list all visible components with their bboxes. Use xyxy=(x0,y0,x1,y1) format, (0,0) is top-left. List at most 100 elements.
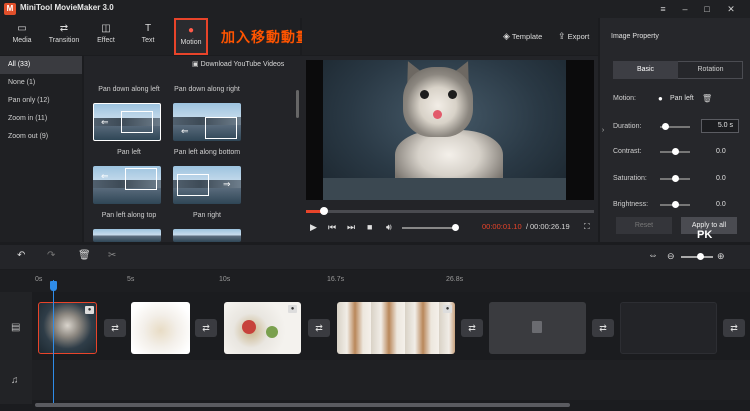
placeholder-media-icon xyxy=(532,321,542,333)
transition-slot[interactable]: ⇄ xyxy=(723,319,745,337)
music-track-icon: ♫ xyxy=(11,375,19,386)
gallery-item-label: Pan left along top xyxy=(101,212,157,219)
zoom-out-icon[interactable]: ⊖ xyxy=(667,251,675,262)
play-icon[interactable]: ▶ xyxy=(310,222,317,233)
timeline-ruler[interactable] xyxy=(0,270,750,292)
tab-basic[interactable]: Basic xyxy=(613,61,678,79)
fit-timeline-icon[interactable]: ⇔ xyxy=(648,250,658,261)
template-label: Template xyxy=(511,32,543,41)
timeline-clip-empty[interactable] xyxy=(489,302,586,354)
category-zoom-out[interactable]: Zoom out (9) xyxy=(0,128,82,146)
timeline-clip-2[interactable] xyxy=(131,302,190,354)
arrow-left-icon: ⇐ xyxy=(101,171,109,181)
reset-button[interactable]: Reset xyxy=(616,217,672,234)
seek-handle[interactable] xyxy=(320,207,328,215)
kitten-tongue xyxy=(433,110,442,119)
transition-slot[interactable]: ⇄ xyxy=(104,319,126,337)
motion-thumb-pan-right[interactable]: ⇒ xyxy=(173,166,241,204)
download-bar: ▣ Download YouTube Videos xyxy=(84,56,302,72)
ruler-tick: 0s xyxy=(35,276,43,283)
duration-handle[interactable] xyxy=(662,123,669,130)
duration-input[interactable]: 5.0 s xyxy=(701,119,739,133)
table-surface xyxy=(323,178,566,200)
effect-icon: ◫ xyxy=(101,23,111,34)
timeline-clip-3[interactable]: ● xyxy=(224,302,301,354)
template-icon: ◈ xyxy=(503,31,510,41)
playhead-handle[interactable] xyxy=(50,281,57,291)
brightness-handle[interactable] xyxy=(672,201,679,208)
arrow-left-icon: ⇐ xyxy=(101,117,109,127)
category-zoom-in[interactable]: Zoom in (11) xyxy=(0,110,82,128)
category-all[interactable]: All (33) xyxy=(0,56,82,74)
saturation-handle[interactable] xyxy=(672,175,679,182)
next-frame-icon[interactable]: ⏭ xyxy=(347,222,355,233)
app-title: MiniTool MovieMaker 3.0 xyxy=(20,3,114,12)
motion-thumb-pan-left[interactable]: ⇐ xyxy=(93,103,161,141)
zoom-in-icon[interactable]: ⊕ xyxy=(717,251,725,262)
export-button[interactable]: ⇪ Export xyxy=(558,31,589,42)
delete-motion-icon[interactable]: 🗑︎ xyxy=(702,94,712,103)
redo-icon[interactable]: ↷ xyxy=(47,250,55,261)
motion-thumb-partial[interactable] xyxy=(173,229,241,242)
contrast-handle[interactable] xyxy=(672,148,679,155)
download-label: Download YouTube Videos xyxy=(200,61,285,68)
motion-badge-icon: ● xyxy=(443,305,452,313)
contrast-label: Contrast: xyxy=(613,148,642,155)
transition-slot[interactable]: ⇄ xyxy=(308,319,330,337)
template-button[interactable]: ◈ Template xyxy=(503,31,542,42)
volume-icon[interactable]: 🔊︎ xyxy=(386,222,392,233)
category-pan-only[interactable]: Pan only (12) xyxy=(0,92,82,110)
motion-tool-button[interactable]: ● Motion xyxy=(174,18,208,55)
motion-thumb-partial[interactable] xyxy=(93,229,161,242)
saturation-value: 0.0 xyxy=(716,175,726,182)
effect-tool-button[interactable]: ◫ Effect xyxy=(84,18,128,55)
menu-icon[interactable]: ≡ xyxy=(656,2,670,16)
timeline-zoom-handle[interactable] xyxy=(697,253,704,260)
motion-label: Motion xyxy=(180,39,202,46)
motion-thumb-pan-left-top[interactable]: ⇐ xyxy=(93,166,161,204)
motion-thumb-pan-left-bottom[interactable]: ⇐ xyxy=(173,103,241,141)
collapse-panel-icon[interactable]: › xyxy=(599,120,607,142)
transition-tool-button[interactable]: ⇄ Transition xyxy=(42,18,86,55)
transition-slot[interactable]: ⇄ xyxy=(195,319,217,337)
motion-property-value: Pan left xyxy=(670,95,694,102)
category-none[interactable]: None (1) xyxy=(0,74,82,92)
gallery-scrollbar[interactable] xyxy=(296,90,299,118)
ruler-tick: 10s xyxy=(219,276,231,283)
ruler-tick: 16.7s xyxy=(327,276,345,283)
volume-slider[interactable] xyxy=(402,227,457,229)
motion-icon: ● xyxy=(187,25,195,36)
timeline-scrollbar[interactable] xyxy=(35,403,570,407)
timeline-clip-kitten[interactable]: ● xyxy=(38,302,97,354)
text-tool-button[interactable]: T Text xyxy=(126,18,170,55)
arrow-right-icon: ⇒ xyxy=(223,179,231,189)
split-icon[interactable]: ✂ xyxy=(108,250,116,261)
seek-bar[interactable] xyxy=(306,210,594,213)
transition-label: Transition xyxy=(48,37,80,44)
duration-label: Duration: xyxy=(613,123,642,130)
contrast-value: 0.0 xyxy=(716,148,726,155)
timeline-clip-4[interactable]: ● xyxy=(337,302,455,354)
audio-track[interactable] xyxy=(32,360,750,400)
undo-icon[interactable]: ↶ xyxy=(17,250,25,261)
minimize-icon[interactable]: – xyxy=(678,2,692,16)
close-icon[interactable]: ✕ xyxy=(724,2,738,16)
motion-property-label: Motion: xyxy=(613,95,636,102)
fullscreen-icon[interactable]: ⛶ xyxy=(584,222,590,232)
preview-header xyxy=(302,18,598,55)
gallery-item-label: Pan left xyxy=(117,149,141,156)
text-icon: T xyxy=(144,23,152,34)
transition-slot[interactable]: ⇄ xyxy=(461,319,483,337)
stop-icon[interactable]: ■ xyxy=(367,222,372,232)
media-tool-button[interactable]: ▭ Media xyxy=(0,18,44,55)
effect-label: Effect xyxy=(97,37,115,44)
download-youtube-link[interactable]: ▣ Download YouTube Videos xyxy=(192,60,284,68)
tab-rotation[interactable]: Rotation xyxy=(678,61,743,79)
delete-icon[interactable]: 🗑︎ xyxy=(78,250,91,261)
maximize-icon[interactable]: □ xyxy=(700,2,714,16)
volume-handle[interactable] xyxy=(452,224,459,231)
timeline-drop-slot[interactable] xyxy=(620,302,717,354)
transition-slot[interactable]: ⇄ xyxy=(592,319,614,337)
previous-frame-icon[interactable]: ⏮ xyxy=(328,222,336,233)
gallery-item-label: Pan down along right xyxy=(174,86,240,93)
